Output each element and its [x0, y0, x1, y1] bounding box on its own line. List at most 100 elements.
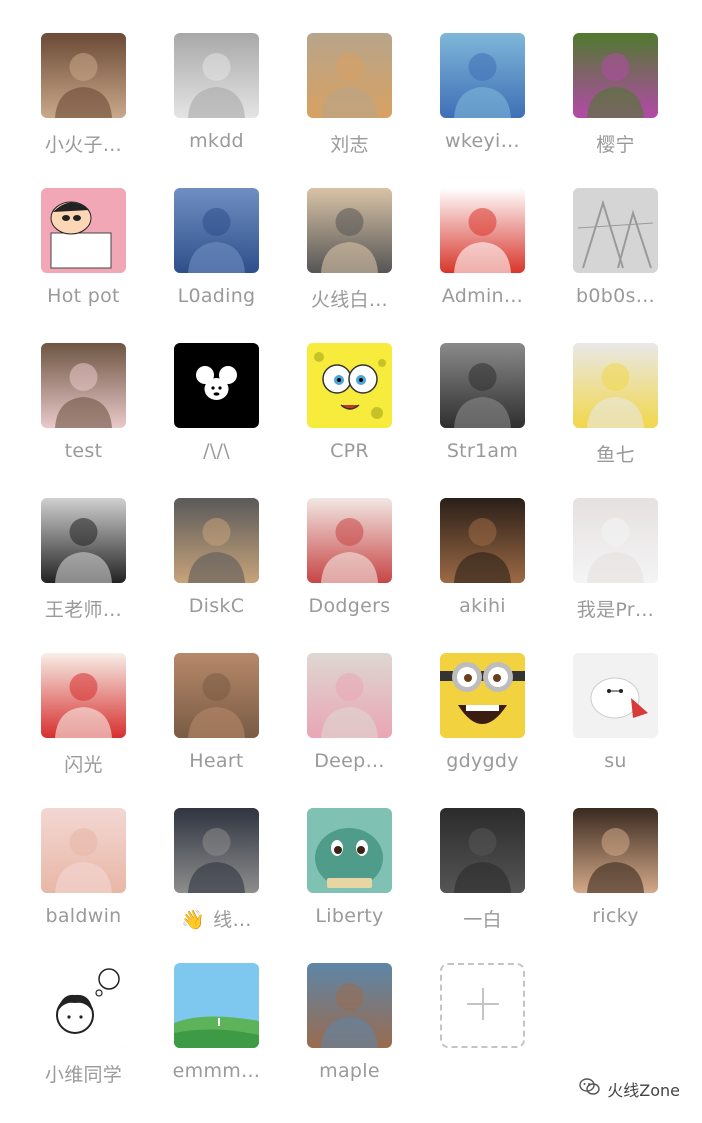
minion-icon[interactable]	[440, 653, 525, 738]
member-name: akihi	[428, 595, 538, 617]
member-item[interactable]: wkeyi…	[440, 33, 525, 188]
member-item[interactable]: su	[573, 653, 658, 808]
member-name: /\/\	[162, 440, 272, 462]
cat-in-bowl-icon[interactable]	[174, 498, 259, 583]
add-member-button[interactable]	[440, 963, 525, 1048]
white-cat-icon[interactable]	[573, 498, 658, 583]
member-name-text: L0ading	[177, 285, 256, 307]
member-item[interactable]: b0b0s…	[573, 188, 658, 343]
cat-toy-icon[interactable]	[174, 33, 259, 118]
member-name-text: emmm…	[172, 1060, 261, 1082]
smoking-man-icon[interactable]	[440, 808, 525, 893]
member-item[interactable]: Admin…	[440, 188, 525, 343]
boy-okc-shirt-icon[interactable]	[41, 498, 126, 583]
member-name-text: Str1am	[446, 440, 519, 462]
member-name-text: 一白	[463, 909, 502, 931]
member-name-text: Liberty	[315, 905, 384, 927]
member-item[interactable]: 👋 线…	[174, 808, 259, 963]
member-name-text: 我是Pr…	[576, 599, 655, 621]
baymax-icon[interactable]	[573, 653, 658, 738]
watermark: 火线Zone	[579, 1077, 680, 1101]
member-item[interactable]: Dodgers	[307, 498, 392, 653]
cartoon-boy-thought-icon[interactable]	[41, 963, 126, 1048]
member-name-text: 刘志	[330, 134, 369, 156]
man-portrait-icon[interactable]	[41, 33, 126, 118]
member-item[interactable]: CPR	[307, 343, 392, 498]
member-item[interactable]: L0ading	[174, 188, 259, 343]
beach-person-icon[interactable]	[307, 963, 392, 1048]
night-street-icon[interactable]	[174, 808, 259, 893]
member-item[interactable]: akihi	[440, 498, 525, 653]
watermark-text: 火线Zone	[607, 1081, 680, 1100]
member-item[interactable]: mkdd	[174, 33, 259, 188]
member-name: test	[29, 440, 139, 462]
tabby-cat-icon[interactable]	[174, 653, 259, 738]
member-item[interactable]: test	[41, 343, 126, 498]
member-item[interactable]: Hot pot	[41, 188, 126, 343]
member-item[interactable]: Heart	[174, 653, 259, 808]
green-hills-sky-icon[interactable]	[174, 963, 259, 1048]
little-girl-icon[interactable]	[307, 653, 392, 738]
woman-red-book-icon[interactable]	[307, 498, 392, 583]
member-item[interactable]: baldwin	[41, 808, 126, 963]
member-name-text: 线…	[213, 909, 252, 931]
member-item[interactable]: 刘志	[307, 33, 392, 188]
member-item[interactable]: ricky	[573, 808, 658, 963]
member-name: 小火子…	[29, 130, 139, 157]
member-item[interactable]: maple	[307, 963, 392, 1118]
member-name: b0b0s…	[561, 285, 671, 307]
member-name: 樱宁	[561, 130, 671, 157]
member-name: Deep…	[295, 750, 405, 772]
member-item[interactable]: 闪光	[41, 653, 126, 808]
member-name: 一白	[428, 905, 538, 932]
member-name: ricky	[561, 905, 671, 927]
wechat-logo-icon	[579, 1078, 601, 1100]
kitten-laptop-icon[interactable]	[307, 188, 392, 273]
two-people-photo-icon[interactable]	[440, 343, 525, 428]
sketch-drawing-icon[interactable]	[573, 188, 658, 273]
add-member-item[interactable]	[440, 963, 525, 1118]
member-name: Dodgers	[295, 595, 405, 617]
member-item[interactable]: 鱼七	[573, 343, 658, 498]
crayon-shin-chan-icon[interactable]	[41, 188, 126, 273]
stitch-cartoon-icon[interactable]	[440, 33, 525, 118]
baby-bunny-hat-icon[interactable]	[41, 808, 126, 893]
shiba-dog-icon[interactable]	[307, 33, 392, 118]
two-kids-snow-icon[interactable]	[573, 343, 658, 428]
member-name: Str1am	[428, 440, 538, 462]
member-name-text: Hot pot	[47, 285, 120, 307]
member-item[interactable]: DiskC	[174, 498, 259, 653]
member-name: Admin…	[428, 285, 538, 307]
member-name-text: Admin…	[441, 285, 524, 307]
bunny-ears-person-icon[interactable]	[41, 343, 126, 428]
member-name-text: 鱼七	[596, 444, 635, 466]
member-name-text: ricky	[592, 905, 639, 927]
member-item[interactable]: Deep…	[307, 653, 392, 808]
mickey-mouse-icon[interactable]	[174, 343, 259, 428]
spongebob-icon[interactable]	[307, 343, 392, 428]
member-name-text: b0b0s…	[576, 285, 655, 307]
masked-man-icon[interactable]	[440, 188, 525, 273]
member-item[interactable]: 樱宁	[573, 33, 658, 188]
member-item[interactable]: 我是Pr…	[573, 498, 658, 653]
member-item[interactable]: /\/\	[174, 343, 259, 498]
curly-hair-person-icon[interactable]	[440, 498, 525, 583]
member-item[interactable]: 一白	[440, 808, 525, 963]
squirtle-icon[interactable]	[307, 808, 392, 893]
member-name-text: CPR	[330, 440, 369, 462]
member-name: 小维同学	[29, 1060, 139, 1087]
member-item[interactable]: emmm…	[172, 963, 261, 1118]
member-name-text: 王老师…	[44, 599, 123, 621]
member-name-text: /\/\	[203, 440, 230, 462]
cloaked-figure-icon[interactable]	[174, 188, 259, 273]
member-item[interactable]: gdygdy	[440, 653, 525, 808]
member-item[interactable]: 王老师…	[41, 498, 126, 653]
member-item[interactable]: 小维同学	[41, 963, 126, 1118]
anime-boy-flag-icon[interactable]	[41, 653, 126, 738]
young-man-portrait-icon[interactable]	[573, 808, 658, 893]
member-item[interactable]: Liberty	[307, 808, 392, 963]
member-item[interactable]: Str1am	[440, 343, 525, 498]
member-item[interactable]: 小火子…	[41, 33, 126, 188]
member-item[interactable]: 火线白…	[307, 188, 392, 343]
teletubby-icon[interactable]	[573, 33, 658, 118]
